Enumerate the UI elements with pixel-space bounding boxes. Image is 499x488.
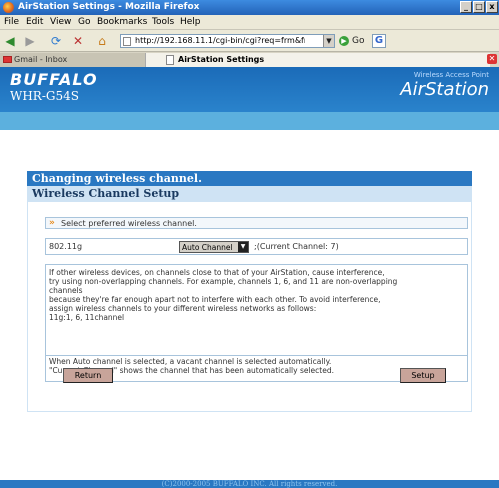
go-arrow-icon[interactable]: ▶ xyxy=(339,36,349,46)
window-titlebar: AirStation Settings - Mozilla Firefox _ … xyxy=(0,0,499,15)
close-button[interactable]: x xyxy=(486,1,498,13)
menu-go[interactable]: Go xyxy=(78,17,90,27)
current-channel-text: ;(Current Channel: 7) xyxy=(254,242,339,251)
page-icon xyxy=(123,37,131,46)
document-icon xyxy=(166,55,174,65)
maximize-button[interactable]: □ xyxy=(473,1,485,13)
section-title: Wireless Channel Setup xyxy=(27,186,472,202)
forward-icon[interactable]: ▶ xyxy=(22,33,38,49)
help-line: assign wireless channels to your differe… xyxy=(49,304,317,313)
help-line: try using non-overlapping channels. For … xyxy=(49,277,398,286)
menu-view[interactable]: View xyxy=(50,17,71,27)
search-engine-icon[interactable]: G xyxy=(372,34,386,48)
return-button[interactable]: Return xyxy=(63,368,113,383)
tab-airstation-label: AirStation Settings xyxy=(178,55,265,64)
reload-icon[interactable]: ⟳ xyxy=(48,33,64,49)
model-name: WHR-G54S xyxy=(10,89,79,103)
help-text-box: If other wireless devices, on channels c… xyxy=(45,264,468,382)
instruction-row: » Select preferred wireless channel. xyxy=(45,217,468,229)
tab-gmail[interactable]: Gmail - Inbox xyxy=(0,53,145,67)
help-line: 11g:1, 6, 11channel xyxy=(49,313,125,322)
header-strip xyxy=(0,112,499,130)
address-dropdown-icon[interactable]: ▼ xyxy=(323,35,334,47)
window-title: AirStation Settings - Mozilla Firefox xyxy=(18,2,200,12)
chevron-down-icon[interactable]: ▼ xyxy=(238,242,248,252)
help-line: because they're far enough apart not to … xyxy=(49,295,381,304)
minimize-button[interactable]: _ xyxy=(460,1,472,13)
gmail-icon xyxy=(3,56,12,63)
stop-icon[interactable]: ✕ xyxy=(70,33,86,49)
go-button[interactable]: Go xyxy=(352,36,364,46)
help-line: When Auto channel is selected, a vacant … xyxy=(49,357,332,366)
address-bar[interactable]: http://192.168.11.1/cgi-bin/cgi?req=frm&… xyxy=(120,34,335,48)
tab-bar: Gmail - Inbox AirStation Settings ✕ xyxy=(0,52,499,67)
divider xyxy=(46,355,467,356)
menu-bookmarks[interactable]: Bookmarks xyxy=(97,17,147,27)
help-line: channels xyxy=(49,286,83,295)
copyright-footer: (C)2000-2005 BUFFALO INC. All rights res… xyxy=(0,480,499,488)
setup-button[interactable]: Setup xyxy=(400,368,446,383)
help-line: If other wireless devices, on channels c… xyxy=(49,268,385,277)
channel-setting-row: 802.11g Auto Channel ▼ ;(Current Channel… xyxy=(45,238,468,255)
address-url[interactable]: http://192.168.11.1/cgi-bin/cgi?req=frm&… xyxy=(135,36,305,45)
channel-select[interactable]: Auto Channel ▼ xyxy=(179,241,249,253)
menu-tools[interactable]: Tools xyxy=(152,17,174,27)
menu-bar: File Edit View Go Bookmarks Tools Help xyxy=(0,15,499,30)
close-tab-icon[interactable]: ✕ xyxy=(487,54,497,64)
interference-help: If other wireless devices, on channels c… xyxy=(49,268,464,322)
navigation-toolbar: ◀ ▶ ⟳ ✕ ⌂ http://192.168.11.1/cgi-bin/cg… xyxy=(0,30,499,52)
window-controls: _ □ x xyxy=(460,1,498,13)
home-icon[interactable]: ⌂ xyxy=(94,33,110,49)
page-title: Changing wireless channel. xyxy=(27,171,472,186)
back-icon[interactable]: ◀ xyxy=(2,33,18,49)
double-arrow-icon: » xyxy=(49,218,55,228)
brand-header: BUFFALO WHR-G54S Wireless Access Point A… xyxy=(0,67,499,112)
channel-select-value: Auto Channel xyxy=(182,243,233,252)
menu-edit[interactable]: Edit xyxy=(26,17,43,27)
airstation-logo: AirStation xyxy=(400,79,489,100)
buffalo-logo: BUFFALO xyxy=(10,70,98,89)
menu-help[interactable]: Help xyxy=(180,17,201,27)
tab-airstation[interactable]: AirStation Settings xyxy=(145,53,490,67)
menu-file[interactable]: File xyxy=(4,17,19,27)
instruction-text: Select preferred wireless channel. xyxy=(61,219,197,228)
wireless-mode-label: 802.11g xyxy=(49,242,83,251)
product-line: Wireless Access Point xyxy=(413,71,489,79)
firefox-icon xyxy=(3,2,14,13)
tab-gmail-label: Gmail - Inbox xyxy=(14,55,68,64)
